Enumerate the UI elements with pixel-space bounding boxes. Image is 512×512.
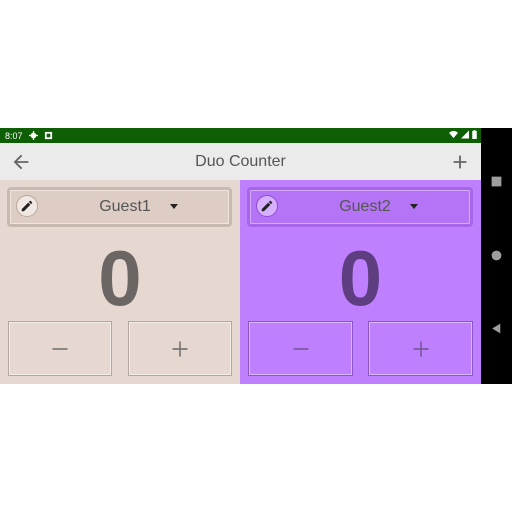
player-name: Guest2 <box>339 198 391 215</box>
increment-button[interactable] <box>128 321 232 376</box>
home-icon[interactable] <box>490 249 503 262</box>
status-indicators <box>449 130 477 139</box>
pencil-icon <box>21 200 33 212</box>
system-nav-bar <box>481 128 512 384</box>
battery-icon <box>472 130 477 139</box>
back-nav-icon[interactable] <box>490 322 503 335</box>
player-name-selector[interactable]: Guest1 <box>7 187 232 227</box>
status-time: 8:07 <box>5 130 23 141</box>
device-screen: 8:07 Duo Counter Guest1 0 Guest2 0 <box>0 128 512 384</box>
player-name: Guest1 <box>99 198 151 215</box>
decrement-button[interactable] <box>248 321 353 376</box>
player-name-selector[interactable]: Guest2 <box>247 187 473 227</box>
edit-name-button[interactable] <box>256 195 278 217</box>
counter-value: 0 <box>98 234 142 322</box>
status-bar: 8:07 <box>0 128 481 143</box>
plus-icon[interactable] <box>449 151 471 173</box>
decrement-button[interactable] <box>8 321 112 376</box>
minus-icon <box>293 347 308 350</box>
caret-down-icon[interactable] <box>410 204 418 209</box>
edit-name-button[interactable] <box>16 195 38 217</box>
player-panel-1: Guest1 0 <box>0 180 240 384</box>
increment-button[interactable] <box>368 321 473 376</box>
pencil-icon <box>261 200 273 212</box>
settings-icon <box>28 131 38 140</box>
plus-icon <box>413 341 428 356</box>
recents-icon[interactable] <box>490 175 503 188</box>
counter-value: 0 <box>338 234 383 322</box>
signal-icon <box>461 130 469 139</box>
player-panel-2: Guest2 0 <box>240 180 481 384</box>
minus-icon <box>52 347 68 350</box>
wifi-icon <box>449 130 458 139</box>
page-title: Duo Counter <box>195 153 286 170</box>
plus-icon <box>172 341 188 356</box>
app-bar: Duo Counter <box>0 143 481 180</box>
caret-down-icon[interactable] <box>170 204 178 209</box>
notification-icon <box>44 131 52 140</box>
